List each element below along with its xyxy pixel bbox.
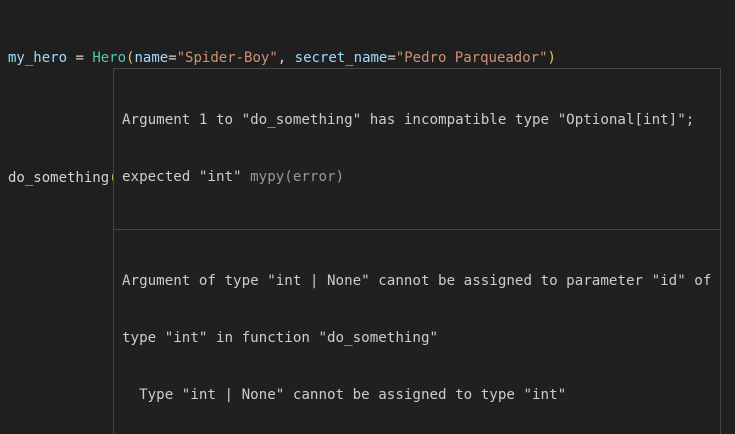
mypy-error-line-1: Argument 1 to "do_something" has incompa…: [122, 111, 712, 130]
hover-tooltip: Argument 1 to "do_something" has incompa…: [113, 68, 721, 434]
mypy-error-text: expected "int": [122, 169, 250, 185]
token-equals: =: [387, 50, 395, 66]
pylance-error-line-1: Argument of type "int | None" cannot be …: [122, 272, 712, 291]
token-equals: =: [168, 50, 176, 66]
pylance-error-line-3: Type "int | None" cannot be assigned to …: [122, 386, 712, 405]
token-close-paren: ): [548, 50, 556, 66]
hover-section-mypy-error: Argument 1 to "do_something" has incompa…: [114, 69, 720, 229]
pylance-error-line-2: type "int" in function "do_something": [122, 329, 712, 348]
token-variable-my-hero: my_hero: [8, 50, 67, 66]
editor-screen: my_hero = Hero(name="Spider-Boy", secret…: [0, 0, 735, 434]
token-string-pedro: "Pedro Parqueador": [396, 50, 548, 66]
token-param-name: name: [134, 50, 168, 66]
hover-section-pylance-error: Argument of type "int | None" cannot be …: [114, 229, 720, 434]
token-param-secret-name: secret_name: [295, 50, 388, 66]
mypy-error-line-2: expected "int" mypy(error): [122, 168, 712, 187]
token-comma: ,: [278, 50, 295, 66]
token-assign-operator: =: [67, 50, 92, 66]
code-line-1[interactable]: my_hero = Hero(name="Spider-Boy", secret…: [8, 48, 556, 68]
token-class-hero: Hero: [92, 50, 126, 66]
token-string-spider-boy: "Spider-Boy": [177, 50, 278, 66]
mypy-source-label: mypy(error): [250, 169, 344, 185]
token-function-do-something: do_something: [8, 170, 109, 186]
